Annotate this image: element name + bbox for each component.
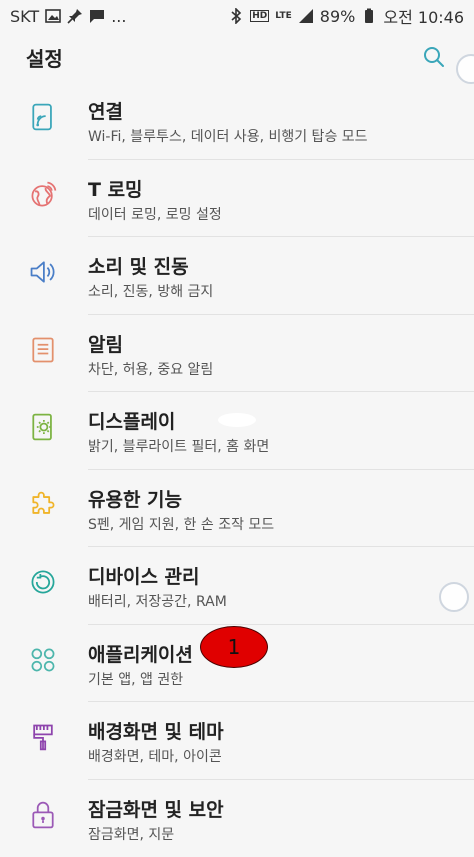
list-item-lockscreen-security[interactable]: 잠금화면 및 보안 잠금화면, 지문 xyxy=(0,780,474,857)
item-subtitle: 배터리, 저장공간, RAM xyxy=(88,593,450,611)
hd-voice-label: HD xyxy=(250,10,269,22)
list-item-connections[interactable]: 연결 Wi-Fi, 블루투스, 데이터 사용, 비행기 탑승 모드 xyxy=(0,82,474,160)
page-title: 설정 xyxy=(26,43,63,72)
list-item-advanced-features[interactable]: 유용한 기능 S펜, 게임 지원, 한 손 조작 모드 xyxy=(0,470,474,548)
item-title: 잠금화면 및 보안 xyxy=(88,798,450,822)
battery-icon xyxy=(361,8,377,24)
list-item-notifications[interactable]: 알림 차단, 허용, 중요 알림 xyxy=(0,315,474,393)
header: 설정 xyxy=(0,32,474,82)
device-care-icon xyxy=(26,565,60,599)
search-icon xyxy=(422,45,446,69)
item-title: 연결 xyxy=(88,100,450,124)
item-title: 알림 xyxy=(88,333,450,357)
brush-icon xyxy=(26,720,60,754)
bluetooth-icon xyxy=(228,8,244,24)
gallery-icon xyxy=(45,8,61,24)
item-title: 디바이스 관리 xyxy=(88,565,450,589)
apps-icon xyxy=(26,643,60,677)
annotation-marker: 1 xyxy=(200,626,268,668)
list-item-roaming[interactable]: T 로밍 데이터 로밍, 로밍 설정 xyxy=(0,160,474,238)
notification-icon xyxy=(26,333,60,367)
status-bar: SKT ... HD LTE 89% 오전 10:46 xyxy=(0,0,474,32)
item-title: 소리 및 진동 xyxy=(88,255,450,279)
settings-list: 연결 Wi-Fi, 블루투스, 데이터 사용, 비행기 탑승 모드 T 로밍 데… xyxy=(0,82,474,857)
item-subtitle: 차단, 허용, 중요 알림 xyxy=(88,361,450,379)
item-title: T 로밍 xyxy=(88,178,450,202)
item-subtitle: 밝기, 블루라이트 필터, 홈 화면 xyxy=(88,438,450,456)
status-left: SKT ... xyxy=(10,7,126,26)
item-subtitle: 소리, 진동, 방해 금지 xyxy=(88,283,450,301)
redaction-blob xyxy=(218,413,256,427)
message-icon xyxy=(89,8,105,24)
item-title: 애플리케이션 xyxy=(88,643,450,667)
list-item-sounds[interactable]: 소리 및 진동 소리, 진동, 방해 금지 xyxy=(0,237,474,315)
speaker-icon xyxy=(26,255,60,289)
list-item-display[interactable]: 디스플레이 밝기, 블루라이트 필터, 홈 화면 xyxy=(0,392,474,470)
lock-icon xyxy=(26,798,60,832)
item-subtitle: S펜, 게임 지원, 한 손 조작 모드 xyxy=(88,516,450,534)
signal-icon xyxy=(298,8,314,24)
item-subtitle: 잠금화면, 지문 xyxy=(88,826,450,844)
item-subtitle: 배경화면, 테마, 아이콘 xyxy=(88,748,450,766)
item-title: 유용한 기능 xyxy=(88,488,450,512)
item-title: 배경화면 및 테마 xyxy=(88,720,450,744)
search-button[interactable] xyxy=(420,43,448,71)
globe-icon xyxy=(26,178,60,212)
item-title: 디스플레이 xyxy=(88,410,450,434)
connection-icon xyxy=(26,100,60,134)
item-subtitle: 기본 앱, 앱 권한 xyxy=(88,671,450,689)
puzzle-icon xyxy=(26,488,60,522)
item-subtitle: Wi-Fi, 블루투스, 데이터 사용, 비행기 탑승 모드 xyxy=(88,128,450,146)
status-right: HD LTE 89% 오전 10:46 xyxy=(228,4,464,28)
list-item-device-care[interactable]: 디바이스 관리 배터리, 저장공간, RAM xyxy=(0,547,474,625)
lte-label: LTE xyxy=(275,11,292,21)
battery-percent: 89% xyxy=(320,7,356,26)
more-notifications: ... xyxy=(111,7,126,26)
item-subtitle: 데이터 로밍, 로밍 설정 xyxy=(88,206,450,224)
carrier-label: SKT xyxy=(10,7,39,26)
pin-icon xyxy=(67,8,83,24)
clock: 오전 10:46 xyxy=(383,4,464,28)
annotation-number: 1 xyxy=(228,635,241,659)
display-icon xyxy=(26,410,60,444)
list-item-wallpapers-themes[interactable]: 배경화면 및 테마 배경화면, 테마, 아이콘 xyxy=(0,702,474,780)
